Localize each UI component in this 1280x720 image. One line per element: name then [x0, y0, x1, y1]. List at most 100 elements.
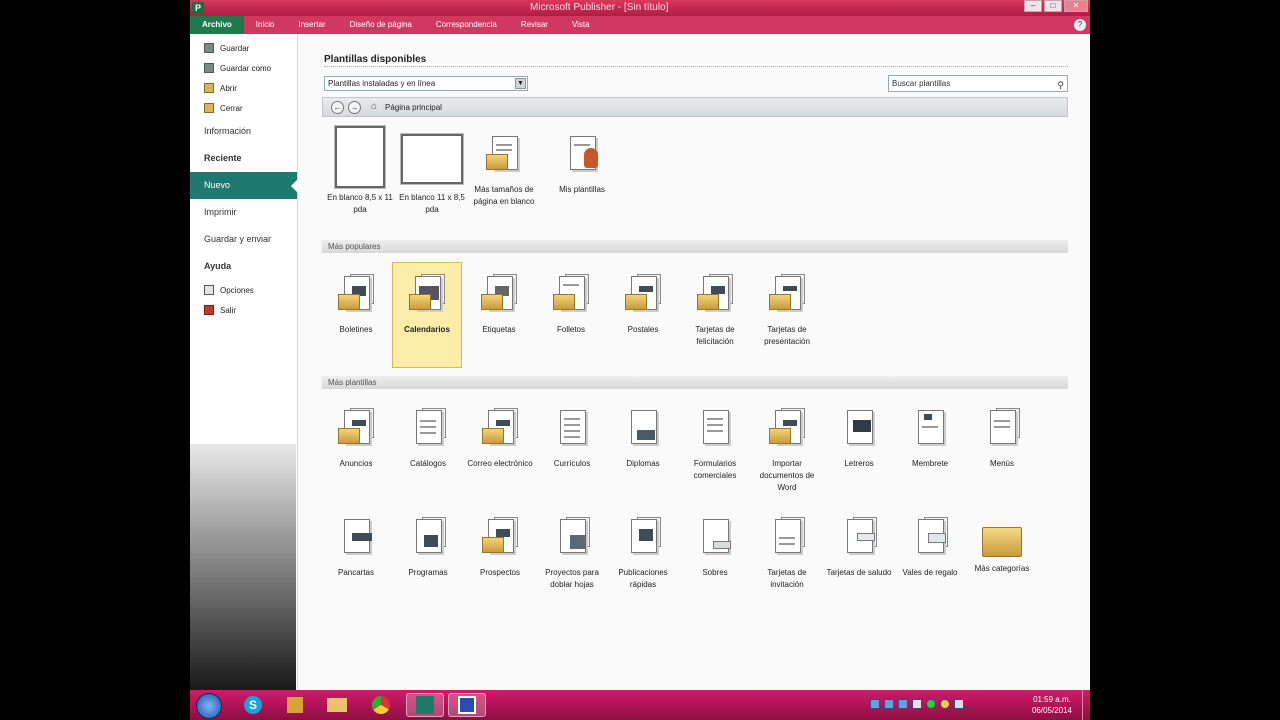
- maximize-button[interactable]: □: [1044, 0, 1062, 12]
- nav-salir[interactable]: Salir: [190, 300, 297, 320]
- category-tarjetas-de-invitacion[interactable]: Tarjetas de invitación: [752, 517, 822, 591]
- category-pancartas[interactable]: Pancartas: [321, 517, 391, 579]
- nav-guardar-como[interactable]: Guardar como: [190, 58, 297, 78]
- tile-label: Folletos: [556, 325, 585, 334]
- start-button[interactable]: [196, 693, 222, 719]
- nav-guardar[interactable]: Guardar: [190, 38, 297, 58]
- category-sobres[interactable]: Sobres: [680, 517, 750, 579]
- home-icon[interactable]: ⌂: [371, 101, 377, 112]
- category-mas-categorias[interactable]: Más categorías: [967, 517, 1037, 575]
- tab-inicio[interactable]: Inicio: [244, 16, 287, 34]
- minimize-button[interactable]: –: [1024, 0, 1042, 12]
- folder-page-icon: [484, 134, 524, 180]
- category-postales[interactable]: Postales: [608, 274, 678, 336]
- labels-icon: [479, 274, 519, 320]
- category-prospectos[interactable]: Prospectos: [465, 517, 535, 579]
- taskbar-chrome[interactable]: [362, 693, 400, 717]
- tile-label: Mis plantillas: [559, 185, 605, 194]
- nav-nuevo[interactable]: Nuevo: [190, 172, 298, 199]
- taskbar-file-explorer[interactable]: [318, 693, 356, 717]
- category-tarjetas-de-presentacion[interactable]: Tarjetas de presentación: [752, 274, 822, 348]
- calendar-icon: [407, 274, 447, 320]
- category-programas[interactable]: Programas: [393, 517, 463, 579]
- tile-label: Vales de regalo: [902, 568, 958, 577]
- template-more-blank-sizes[interactable]: Más tamaños de página en blanco: [469, 134, 539, 208]
- antivirus-icon[interactable]: [940, 699, 950, 709]
- tile-label: Postales: [627, 325, 659, 334]
- category-tarjetas-de-saludo[interactable]: Tarjetas de saludo: [824, 517, 894, 579]
- exit-icon: [204, 305, 214, 315]
- close-button[interactable]: ✕: [1064, 0, 1088, 12]
- taskbar-skype[interactable]: S: [234, 693, 272, 717]
- taskbar-publisher[interactable]: [406, 693, 444, 717]
- category-diplomas[interactable]: Diplomas: [608, 408, 678, 470]
- tab-correspondencia[interactable]: Correspondencia: [424, 16, 509, 34]
- flag-icon[interactable]: [912, 699, 922, 709]
- category-curriculos[interactable]: Currículos: [537, 408, 607, 470]
- breadcrumb-home[interactable]: Página principal: [385, 103, 442, 112]
- tab-vista[interactable]: Vista: [560, 16, 602, 34]
- category-etiquetas[interactable]: Etiquetas: [464, 274, 534, 336]
- search-placeholder: Buscar plantillas: [892, 79, 951, 88]
- nav-cerrar[interactable]: Cerrar: [190, 98, 297, 118]
- tile-label: Diplomas: [626, 459, 660, 468]
- category-publicaciones-rapidas[interactable]: Publicaciones rápidas: [608, 517, 678, 591]
- tray-icon[interactable]: [870, 699, 880, 709]
- save-as-icon: [204, 63, 214, 73]
- show-desktop-button[interactable]: [1082, 690, 1090, 720]
- tile-label: Sobres: [702, 568, 728, 577]
- category-boletines[interactable]: Boletines: [321, 274, 391, 336]
- template-source-select[interactable]: Plantillas instaladas y en línea ▼: [324, 76, 528, 91]
- template-blank-portrait[interactable]: En blanco 8,5 x 11 pda: [325, 126, 395, 216]
- category-proyectos-para-doblar-hojas[interactable]: Proyectos para doblar hojas: [537, 517, 607, 591]
- tab-revisar[interactable]: Revisar: [509, 16, 560, 34]
- category-anuncios[interactable]: Anuncios: [321, 408, 391, 470]
- category-tarjetas-de-felicitacion[interactable]: Tarjetas de felicitación: [680, 274, 750, 348]
- search-templates-input[interactable]: Buscar plantillas ⚲: [888, 75, 1068, 92]
- category-importar-documentos-de-word[interactable]: Importar documentos de Word: [752, 408, 822, 494]
- category-membrete[interactable]: Membrete: [895, 408, 965, 470]
- category-letreros[interactable]: Letreros: [824, 408, 894, 470]
- template-my-templates[interactable]: Mis plantillas: [547, 134, 617, 196]
- postcard-icon: [623, 274, 663, 320]
- nav-informacion[interactable]: Información: [190, 118, 297, 145]
- category-menus[interactable]: Menús: [967, 408, 1037, 470]
- greeting-icon: [839, 517, 879, 563]
- tray-icon[interactable]: [898, 699, 908, 709]
- template-blank-landscape[interactable]: En blanco 11 x 8,5 pda: [397, 126, 467, 216]
- clock-time: 01:59 a.m.: [1033, 695, 1071, 704]
- taskbar-clock[interactable]: 01:59 a.m. 06/05/2014: [1032, 694, 1072, 716]
- category-calendarios[interactable]: Calendarios: [392, 262, 462, 368]
- chevron-down-icon[interactable]: ▼: [515, 78, 526, 89]
- tray-icon[interactable]: [884, 699, 894, 709]
- nav-opciones[interactable]: Opciones: [190, 280, 297, 300]
- category-vales-de-regalo[interactable]: Vales de regalo: [895, 517, 965, 579]
- email-icon: [480, 408, 520, 454]
- help-icon[interactable]: ?: [1074, 19, 1086, 31]
- nav-imprimir[interactable]: Imprimir: [190, 199, 297, 226]
- taskbar-media-player[interactable]: [276, 693, 314, 717]
- taskbar-app[interactable]: [448, 693, 486, 717]
- category-folletos[interactable]: Folletos: [536, 274, 606, 336]
- category-catalogos[interactable]: Catálogos: [393, 408, 463, 470]
- tab-insertar[interactable]: Insertar: [286, 16, 337, 34]
- nav-guardar-y-enviar[interactable]: Guardar y enviar: [190, 226, 297, 253]
- category-correo-electronico[interactable]: Correo electrónico: [465, 408, 535, 470]
- forward-arrow-icon[interactable]: →: [348, 101, 361, 114]
- quick-publication-icon: [623, 517, 663, 563]
- banner-icon: [336, 517, 376, 563]
- nav-ayuda[interactable]: Ayuda: [190, 253, 297, 280]
- publisher-app-icon[interactable]: P: [192, 2, 204, 14]
- tile-label: Pancartas: [337, 568, 375, 577]
- category-formularios-comerciales[interactable]: Formularios comerciales: [680, 408, 750, 482]
- nav-abrir[interactable]: Abrir: [190, 78, 297, 98]
- invitation-icon: [767, 517, 807, 563]
- search-icon[interactable]: ⚲: [1057, 78, 1064, 93]
- volume-icon[interactable]: [954, 699, 964, 709]
- nav-reciente[interactable]: Reciente: [190, 145, 297, 172]
- tab-diseno-de-pagina[interactable]: Diseño de página: [338, 16, 424, 34]
- network-icon[interactable]: [926, 699, 936, 709]
- back-arrow-icon[interactable]: ←: [331, 101, 344, 114]
- tab-archivo[interactable]: Archivo: [190, 16, 244, 34]
- save-icon: [204, 43, 214, 53]
